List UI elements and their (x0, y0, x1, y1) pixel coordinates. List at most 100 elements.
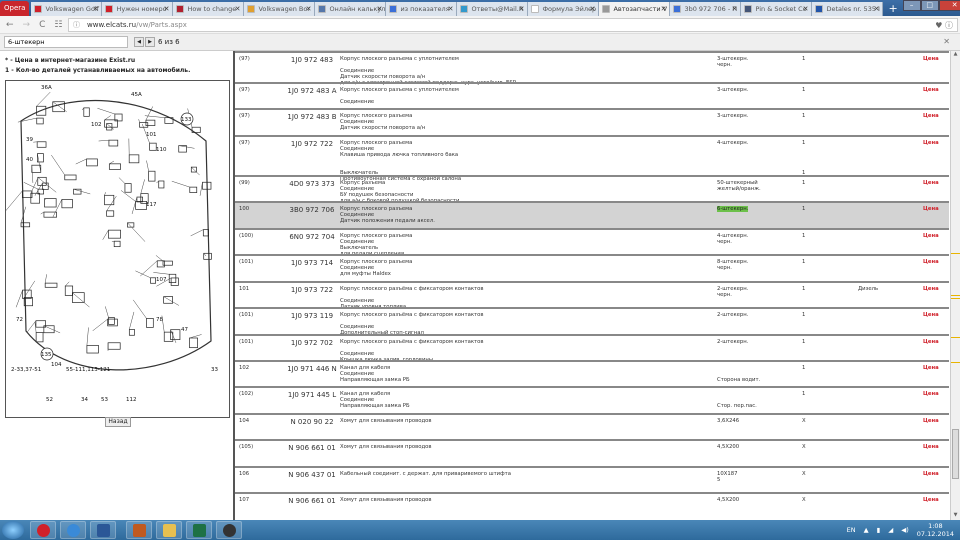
speed-dial-icon[interactable]: ☷ (54, 20, 62, 30)
leader-line (105, 306, 109, 318)
tab-close-icon[interactable]: ✕ (803, 5, 809, 13)
description-line: Хомут для связывания проводов (340, 418, 432, 424)
leader-line (37, 177, 57, 193)
tab-close-icon[interactable]: ✕ (874, 5, 880, 13)
browser-tab[interactable]: Pin & Socket Co ✕ (741, 2, 813, 16)
tab-close-icon[interactable]: ✕ (377, 5, 383, 13)
callout-label: 52 (46, 397, 53, 403)
price-link[interactable]: Цена (923, 56, 939, 62)
tab-favicon-icon (602, 5, 611, 13)
bookmark-heart-icon[interactable]: ♥ ⓘ (935, 20, 953, 31)
tab-close-icon[interactable]: ✕ (448, 5, 454, 13)
browser-tab[interactable]: Ответы@Mail.R ✕ (457, 2, 529, 16)
tab-title: Нужен номеро (116, 5, 167, 13)
language-indicator[interactable]: EN (847, 526, 856, 534)
browser-tab[interactable]: из показателя ✕ (386, 2, 458, 16)
tab-close-icon[interactable]: ✕ (306, 5, 312, 13)
connector-shape (20, 222, 31, 228)
start-button[interactable] (2, 521, 24, 539)
leader-line (106, 195, 117, 211)
tab-favicon-icon (34, 5, 43, 13)
taskbar-media[interactable] (216, 521, 242, 539)
taskbar-ie[interactable] (60, 521, 86, 539)
tab-close-icon[interactable]: ✕ (519, 5, 525, 13)
scrollbar-thumb[interactable] (952, 429, 959, 479)
browser-tab[interactable]: Онлайн калькул ✕ (315, 2, 387, 16)
callout-label: 40 (26, 157, 33, 163)
browser-tab[interactable]: Автозапчасти V ✕ (599, 2, 671, 16)
price-link[interactable]: Цена (923, 497, 939, 503)
new-tab-button[interactable]: + (883, 2, 902, 16)
browser-tab[interactable]: Detales nr. 535 I ✕ (812, 2, 884, 16)
browser-tab[interactable]: Volkswagen Bor ✕ (244, 2, 316, 16)
price-link[interactable]: Цена (923, 140, 939, 146)
tab-close-icon[interactable]: ✕ (590, 5, 596, 13)
price-link[interactable]: Цена (923, 180, 939, 186)
browser-tab[interactable]: How to change ✕ (173, 2, 245, 16)
taskbar-opera[interactable] (30, 521, 56, 539)
site-info-icon[interactable]: ⓘ (73, 20, 80, 30)
tab-close-icon[interactable]: ✕ (235, 5, 241, 13)
table-row: 106 N 906 437 01 Кабельный соединит. с дер… (235, 466, 949, 492)
specification-line: Стор. пер.пас. (717, 403, 757, 409)
price-link[interactable]: Цена (923, 286, 939, 292)
back-button[interactable]: Назад (105, 417, 131, 427)
specification: Сторона водит. (717, 365, 760, 383)
specification-line: 4,5X200 (717, 497, 740, 503)
clock[interactable]: 1:08 07.12.2014 (917, 522, 954, 538)
price-link[interactable]: Цена (923, 391, 939, 397)
taskbar-word[interactable] (90, 521, 116, 539)
taskbar-excel[interactable] (186, 521, 212, 539)
scrollbar[interactable]: ▲ ▼ (950, 51, 960, 520)
price-link[interactable]: Цена (923, 418, 939, 424)
price-link[interactable]: Цена (923, 113, 939, 119)
price-link[interactable]: Цена (923, 365, 939, 371)
maximize-button[interactable]: □ (920, 0, 939, 11)
description-line: Клавиша привода лючка топливного бака (340, 152, 459, 158)
ref-number: (99) (239, 180, 250, 186)
tab-close-icon[interactable]: ✕ (93, 5, 99, 13)
taskbar-explorer[interactable] (156, 521, 182, 539)
price-link[interactable]: Цена (923, 259, 939, 265)
connector-shape (128, 154, 140, 164)
tray-expand-icon[interactable]: ▲ (864, 526, 869, 534)
tab-close-icon[interactable]: ✕ (732, 5, 738, 13)
scroll-down-icon[interactable]: ▼ (951, 512, 960, 518)
price-link[interactable]: Цена (923, 206, 939, 212)
taskbar-app[interactable] (126, 521, 152, 539)
price-link[interactable]: Цена (923, 312, 939, 318)
browser-tab[interactable]: 3b0 972 706 - П ✕ (670, 2, 742, 16)
price-link[interactable]: Цена (923, 444, 939, 450)
back-icon[interactable]: ← (6, 20, 14, 30)
find-input[interactable] (4, 36, 128, 48)
tab-close-icon[interactable]: ✕ (661, 5, 667, 13)
find-close-icon[interactable]: ✕ (943, 37, 950, 46)
opera-menu-button[interactable]: Opera (0, 1, 30, 16)
tab-favicon-icon (176, 5, 185, 13)
browser-tab[interactable]: Volkswagen Golf ✕ (31, 2, 103, 16)
find-next-button[interactable]: ▶ (145, 37, 155, 47)
browser-tab[interactable]: Нужен номеро ✕ (102, 2, 174, 16)
tab-close-icon[interactable]: ✕ (164, 5, 170, 13)
signal-icon[interactable]: ◢ (888, 526, 893, 534)
volume-icon[interactable]: ◀) (901, 526, 909, 534)
specification: 2-штекерн. (717, 312, 748, 318)
network-icon[interactable]: ▮ (877, 526, 881, 534)
price-link[interactable]: Цена (923, 233, 939, 239)
specification: 6-штекерн. (717, 206, 749, 212)
price-link[interactable]: Цена (923, 87, 939, 93)
price-link[interactable]: Цена (923, 339, 939, 345)
forward-icon[interactable]: → (23, 20, 31, 30)
reload-icon[interactable]: C (39, 20, 45, 30)
close-window-button[interactable]: ✕ (938, 0, 960, 11)
table-row: 102 1J0 971 446 N Канал для кабеля Соединен… (235, 360, 949, 386)
browser-tab[interactable]: Формула Эйлер ✕ (528, 2, 600, 16)
scroll-up-icon[interactable]: ▲ (951, 51, 960, 57)
find-prev-button[interactable]: ◀ (134, 37, 144, 47)
url-field[interactable]: ⓘ www.elcats.ru/vw/Parts.aspx ♥ ⓘ (68, 18, 958, 32)
specification: 3-штекерн. черн. (717, 56, 748, 68)
description-line: Хомут для связывания проводов (340, 444, 432, 450)
price-link[interactable]: Цена (923, 471, 939, 477)
minimize-button[interactable]: – (902, 0, 921, 11)
callout-label: 101 (146, 132, 157, 138)
